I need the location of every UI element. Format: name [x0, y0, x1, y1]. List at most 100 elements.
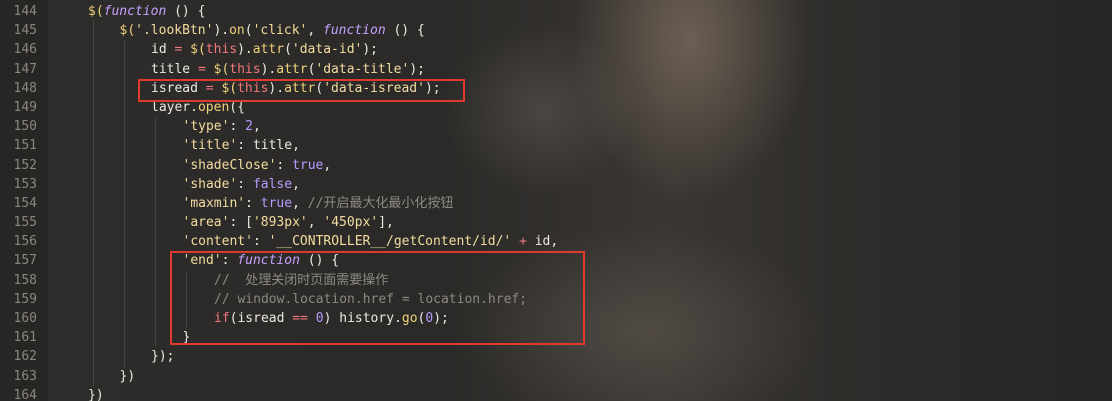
code-text[interactable]: 'type': 2, [183, 117, 261, 136]
line-number: 144 [13, 4, 37, 19]
indent-guide [155, 289, 156, 309]
highlight-box-end-callback [170, 251, 585, 345]
code-editor[interactable]: 144 $(function () {145 $('.lookBtn').on('c… [0, 0, 1112, 401]
code-token: , [307, 23, 324, 39]
code-token: () { [166, 4, 206, 19]
code-token: }) [88, 387, 104, 401]
highlight-box-isread [138, 79, 465, 102]
code-token: title [151, 61, 198, 77]
code-token: = [197, 61, 206, 77]
code-token: , [252, 119, 261, 135]
code-token: : [252, 234, 269, 250]
line-number: 153 [13, 176, 37, 192]
code-text[interactable]: }); [151, 347, 174, 366]
code-text[interactable]: id = $(this).attr('data-id'); [151, 40, 378, 59]
code-token: 'shade' [182, 176, 238, 192]
line-number: 149 [13, 99, 37, 115]
code-line[interactable]: 150 'type': 2, [0, 117, 1112, 137]
indent-guide [124, 251, 125, 271]
code-line[interactable]: 145 $('.lookBtn').on('click', function ()… [0, 21, 1112, 41]
code-text[interactable]: }) [120, 367, 136, 386]
code-line[interactable]: 154 'maxmin': true, //开启最大化最小化按钮 [0, 193, 1112, 214]
code-line[interactable]: 163}) [0, 366, 1112, 386]
indent-guide [93, 366, 94, 386]
code-line[interactable]: 153 'shade': false, [0, 174, 1112, 194]
code-text[interactable]: title = $(this).attr('data-title'); [151, 60, 425, 79]
code-token: this [229, 61, 261, 77]
line-number: 160 [13, 311, 37, 326]
code-line[interactable]: 152 'shadeClose': true, [0, 155, 1112, 175]
indent-guide [93, 193, 94, 214]
indent-guide [124, 328, 125, 348]
code-token: layer. [151, 99, 198, 115]
code-text[interactable]: 'content': '__CONTROLLER__/getContent/id… [183, 232, 559, 251]
indent-guide [93, 309, 94, 329]
code-token: , [292, 176, 300, 192]
code-token: ( [284, 42, 292, 58]
code-text[interactable]: 'maxmin': true, //开启最大化最小化按钮 [183, 194, 454, 213]
code-text[interactable]: 'shade': false, [183, 175, 300, 194]
code-line[interactable]: 151 'title': title, [0, 136, 1112, 156]
code-token: '__CONTROLLER__/getContent/id/' [268, 234, 512, 250]
indent-guide [155, 251, 156, 271]
indent-guide [155, 232, 156, 252]
code-line[interactable]: 156 'content': '__CONTROLLER__/getContent… [0, 232, 1112, 252]
indent-guide [124, 59, 125, 79]
indent-guide [124, 155, 125, 175]
indent-guide [93, 232, 94, 252]
code-token: //开启最大化最小化按钮 [307, 195, 454, 211]
code-token: : [237, 176, 253, 192]
code-token: : [ [229, 215, 253, 231]
code-token: ], [378, 215, 394, 231]
code-token: , [307, 215, 324, 231]
line-number: 162 [13, 349, 37, 365]
indent-guide [155, 309, 156, 329]
indent-guide [124, 289, 125, 309]
code-token: : title, [237, 138, 300, 154]
line-number: 156 [13, 234, 37, 250]
code-token: ); [362, 42, 379, 58]
code-token: 'shadeClose' [182, 157, 277, 173]
indent-guide [155, 193, 156, 214]
indent-guide [155, 117, 156, 137]
code-text[interactable]: 'shadeClose': true, [183, 156, 332, 175]
indent-guide [93, 21, 94, 41]
code-text[interactable]: 'title': title, [183, 136, 300, 155]
code-line[interactable]: 146 id = $(this).attr('data-id'); [0, 40, 1112, 60]
line-number: 155 [13, 215, 37, 231]
code-token: 'content' [182, 234, 253, 250]
code-token: 2 [245, 119, 253, 135]
code-token: ( [244, 23, 253, 39]
code-token: false [252, 176, 293, 192]
line-number: 154 [13, 195, 37, 211]
code-token: id [151, 42, 175, 58]
code-token: '450px' [323, 215, 379, 231]
line-number: 151 [13, 138, 37, 154]
code-line[interactable]: 144 $(function () { [0, 2, 1112, 21]
code-line[interactable]: 155 'area': ['893px', '450px'], [0, 213, 1112, 233]
code-text[interactable]: 'area': ['893px', '450px'], [183, 213, 394, 232]
code-line[interactable]: 164}) [0, 386, 1112, 401]
code-token: $( [88, 4, 104, 19]
code-token: $( [190, 42, 206, 58]
indent-guide [155, 174, 156, 194]
indent-guide [93, 40, 94, 60]
code-text[interactable]: }) [88, 386, 104, 401]
code-token: 'data-title' [315, 61, 410, 77]
code-token: : [229, 119, 246, 135]
code-text[interactable]: $(function () { [88, 2, 205, 21]
indent-guide [93, 289, 94, 309]
code-token: () { [385, 23, 425, 39]
code-token: , [323, 157, 332, 173]
indent-guide [155, 328, 156, 348]
code-line[interactable]: 162}); [0, 347, 1112, 367]
code-line[interactable]: 147 title = $(this).attr('data-title'); [0, 59, 1112, 79]
code-text[interactable]: $('.lookBtn').on('click', function () { [120, 21, 425, 40]
line-number: 163 [13, 368, 37, 384]
code-token: }) [119, 368, 136, 384]
code-token: true [292, 157, 324, 173]
indent-guide [93, 270, 94, 290]
code-token: ). [237, 42, 253, 58]
